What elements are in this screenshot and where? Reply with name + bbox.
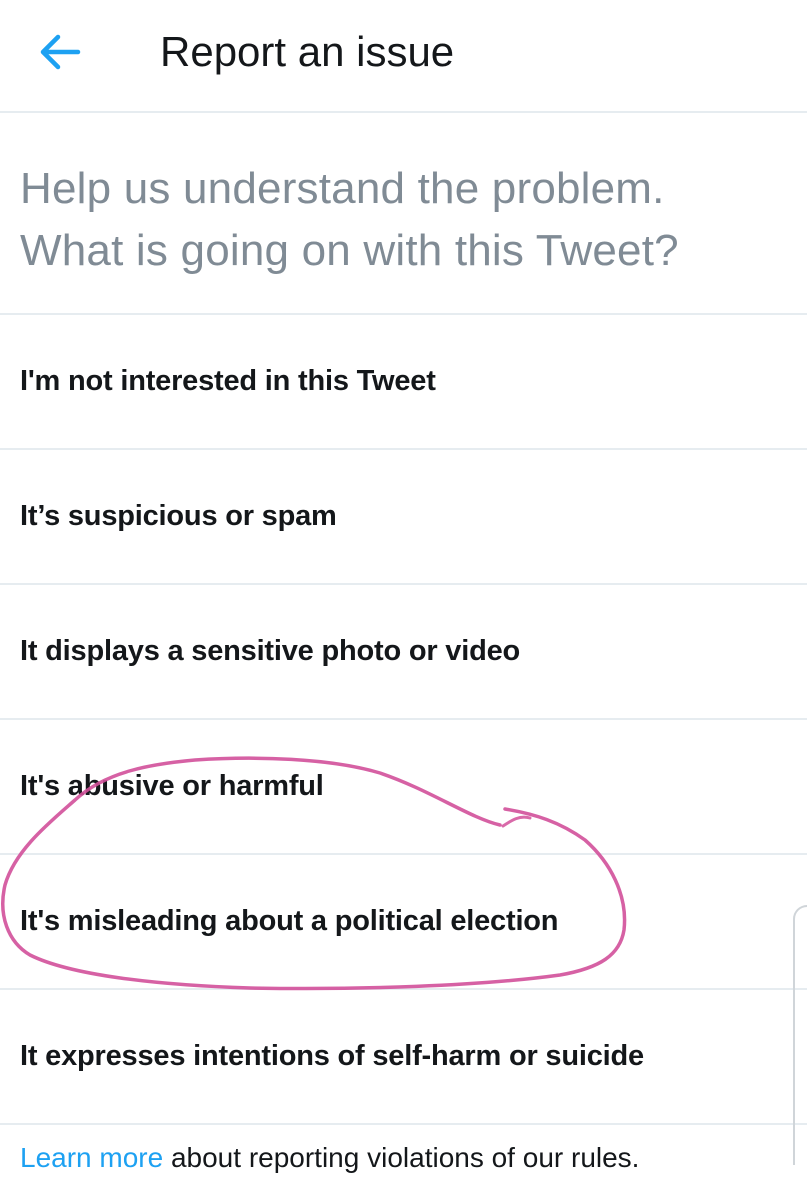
option-abusive-harmful[interactable]: It's abusive or harmful <box>0 720 807 855</box>
prompt-line-1: Help us understand the problem. <box>20 164 665 213</box>
page-title: Report an issue <box>160 28 455 75</box>
prompt-text: Help us understand the problem. What is … <box>20 158 800 282</box>
header-bar: Report an issue <box>0 0 807 113</box>
option-sensitive-media[interactable]: It displays a sensitive photo or video <box>0 585 807 720</box>
option-not-interested[interactable]: I'm not interested in this Tweet <box>0 315 807 450</box>
back-button[interactable] <box>30 22 90 82</box>
option-label: It’s suspicious or spam <box>20 500 337 532</box>
footer-note: Learn more about reporting violations of… <box>20 1142 639 1174</box>
learn-more-link[interactable]: Learn more <box>20 1142 163 1173</box>
option-label: It displays a sensitive photo or video <box>20 635 521 667</box>
option-suspicious-spam[interactable]: It’s suspicious or spam <box>0 450 807 585</box>
prompt-line-2: What is going on with this Tweet? <box>20 226 679 275</box>
option-misleading-election[interactable]: It's misleading about a political electi… <box>0 855 807 990</box>
option-label: It's misleading about a political electi… <box>20 905 559 937</box>
option-label: It's abusive or harmful <box>20 770 324 802</box>
footer-text: about reporting violations of our rules. <box>163 1142 640 1173</box>
report-options-list: I'm not interested in this Tweet It’s su… <box>0 315 807 1125</box>
option-label: It expresses intentions of self-harm or … <box>20 1040 644 1072</box>
scroll-edge <box>793 905 807 1165</box>
option-self-harm[interactable]: It expresses intentions of self-harm or … <box>0 990 807 1125</box>
option-label: I'm not interested in this Tweet <box>20 365 436 397</box>
report-issue-screen: Report an issue Help us understand the p… <box>0 0 807 1200</box>
arrow-left-icon <box>40 34 81 70</box>
